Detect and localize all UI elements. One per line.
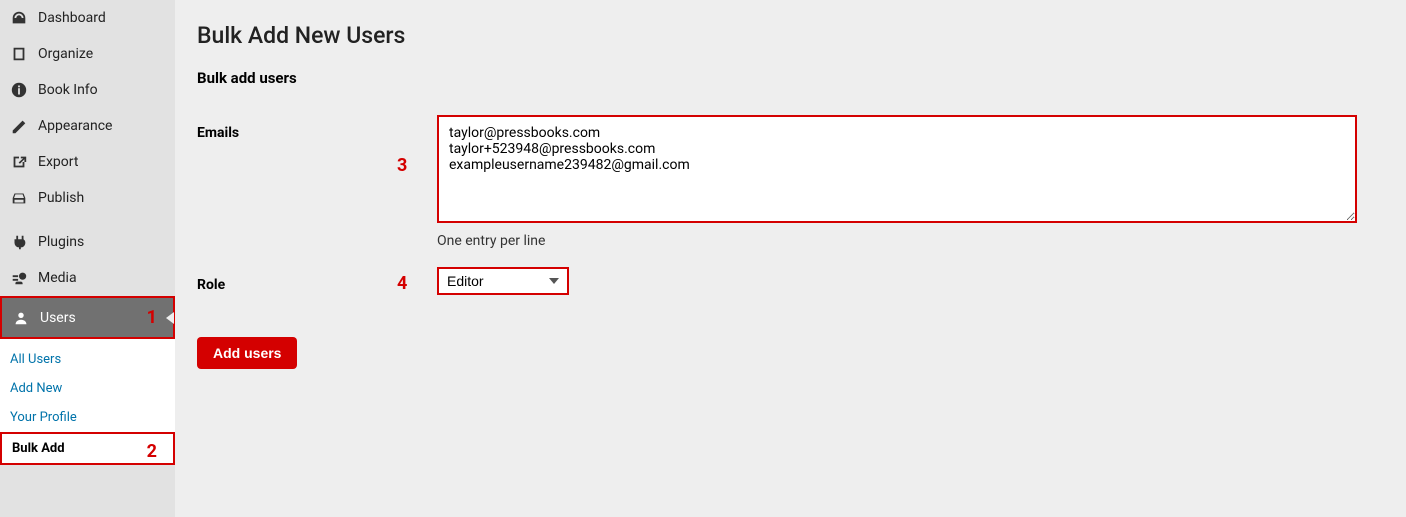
emails-field-wrap: One entry per line: [437, 115, 1384, 249]
dashboard-icon: [10, 9, 28, 27]
sidebar-item-dashboard[interactable]: Dashboard: [0, 0, 175, 36]
submenu-bulk-add[interactable]: Bulk Add 2: [0, 432, 175, 465]
publish-icon: [10, 189, 28, 207]
role-row: Role 4 Editor: [197, 267, 1384, 295]
media-icon: [10, 269, 28, 287]
emails-helper: One entry per line: [437, 233, 1384, 249]
sidebar-item-label: Plugins: [38, 234, 84, 250]
main-content: Bulk Add New Users Bulk add users Emails…: [175, 0, 1406, 517]
users-icon: [12, 309, 30, 327]
sidebar-item-label: Book Info: [38, 82, 98, 98]
organize-icon: [10, 45, 28, 63]
sidebar-item-plugins[interactable]: Plugins: [0, 224, 175, 260]
annotation-3: 3: [397, 155, 407, 176]
annotation-4: 4: [397, 273, 407, 294]
page-title: Bulk Add New Users: [197, 22, 1384, 49]
submenu-all-users[interactable]: All Users: [0, 345, 175, 374]
sidebar-item-media[interactable]: Media: [0, 260, 175, 296]
sidebar-item-label: Media: [38, 270, 77, 286]
sidebar-item-label: Export: [38, 154, 78, 170]
submenu-add-new[interactable]: Add New: [0, 374, 175, 403]
annotation-3-col: 3: [397, 115, 437, 176]
role-label: Role: [197, 267, 397, 293]
submenu-your-profile[interactable]: Your Profile: [0, 403, 175, 432]
plugins-icon: [10, 233, 28, 251]
sidebar-item-organize[interactable]: Organize: [0, 36, 175, 72]
sidebar-item-publish[interactable]: Publish: [0, 180, 175, 216]
section-title: Bulk add users: [197, 69, 1384, 87]
emails-label: Emails: [197, 115, 397, 141]
sidebar-spacer: [0, 216, 175, 224]
sidebar-item-bookinfo[interactable]: Book Info: [0, 72, 175, 108]
users-submenu: All Users Add New Your Profile Bulk Add …: [0, 339, 175, 465]
add-users-button[interactable]: Add users: [197, 337, 297, 369]
sidebar-item-label: Organize: [38, 46, 93, 62]
sidebar-item-label: Users: [40, 310, 76, 326]
export-icon: [10, 153, 28, 171]
sidebar-item-export[interactable]: Export: [0, 144, 175, 180]
appearance-icon: [10, 117, 28, 135]
role-field-wrap: Editor: [437, 267, 1384, 295]
sidebar-item-users[interactable]: Users 1: [0, 296, 175, 339]
role-select[interactable]: Editor: [437, 267, 569, 295]
annotation-1: 1: [147, 307, 163, 328]
emails-textarea[interactable]: [437, 115, 1357, 223]
admin-sidebar: Dashboard Organize Book Info Appearance …: [0, 0, 175, 517]
sidebar-item-label: Publish: [38, 190, 84, 206]
info-icon: [10, 81, 28, 99]
sidebar-item-appearance[interactable]: Appearance: [0, 108, 175, 144]
annotation-2: 2: [147, 441, 163, 462]
sidebar-item-label: Dashboard: [38, 10, 106, 26]
sidebar-item-label: Appearance: [38, 118, 112, 134]
emails-row: Emails 3 One entry per line: [197, 115, 1384, 249]
annotation-4-col: 4: [397, 267, 437, 294]
